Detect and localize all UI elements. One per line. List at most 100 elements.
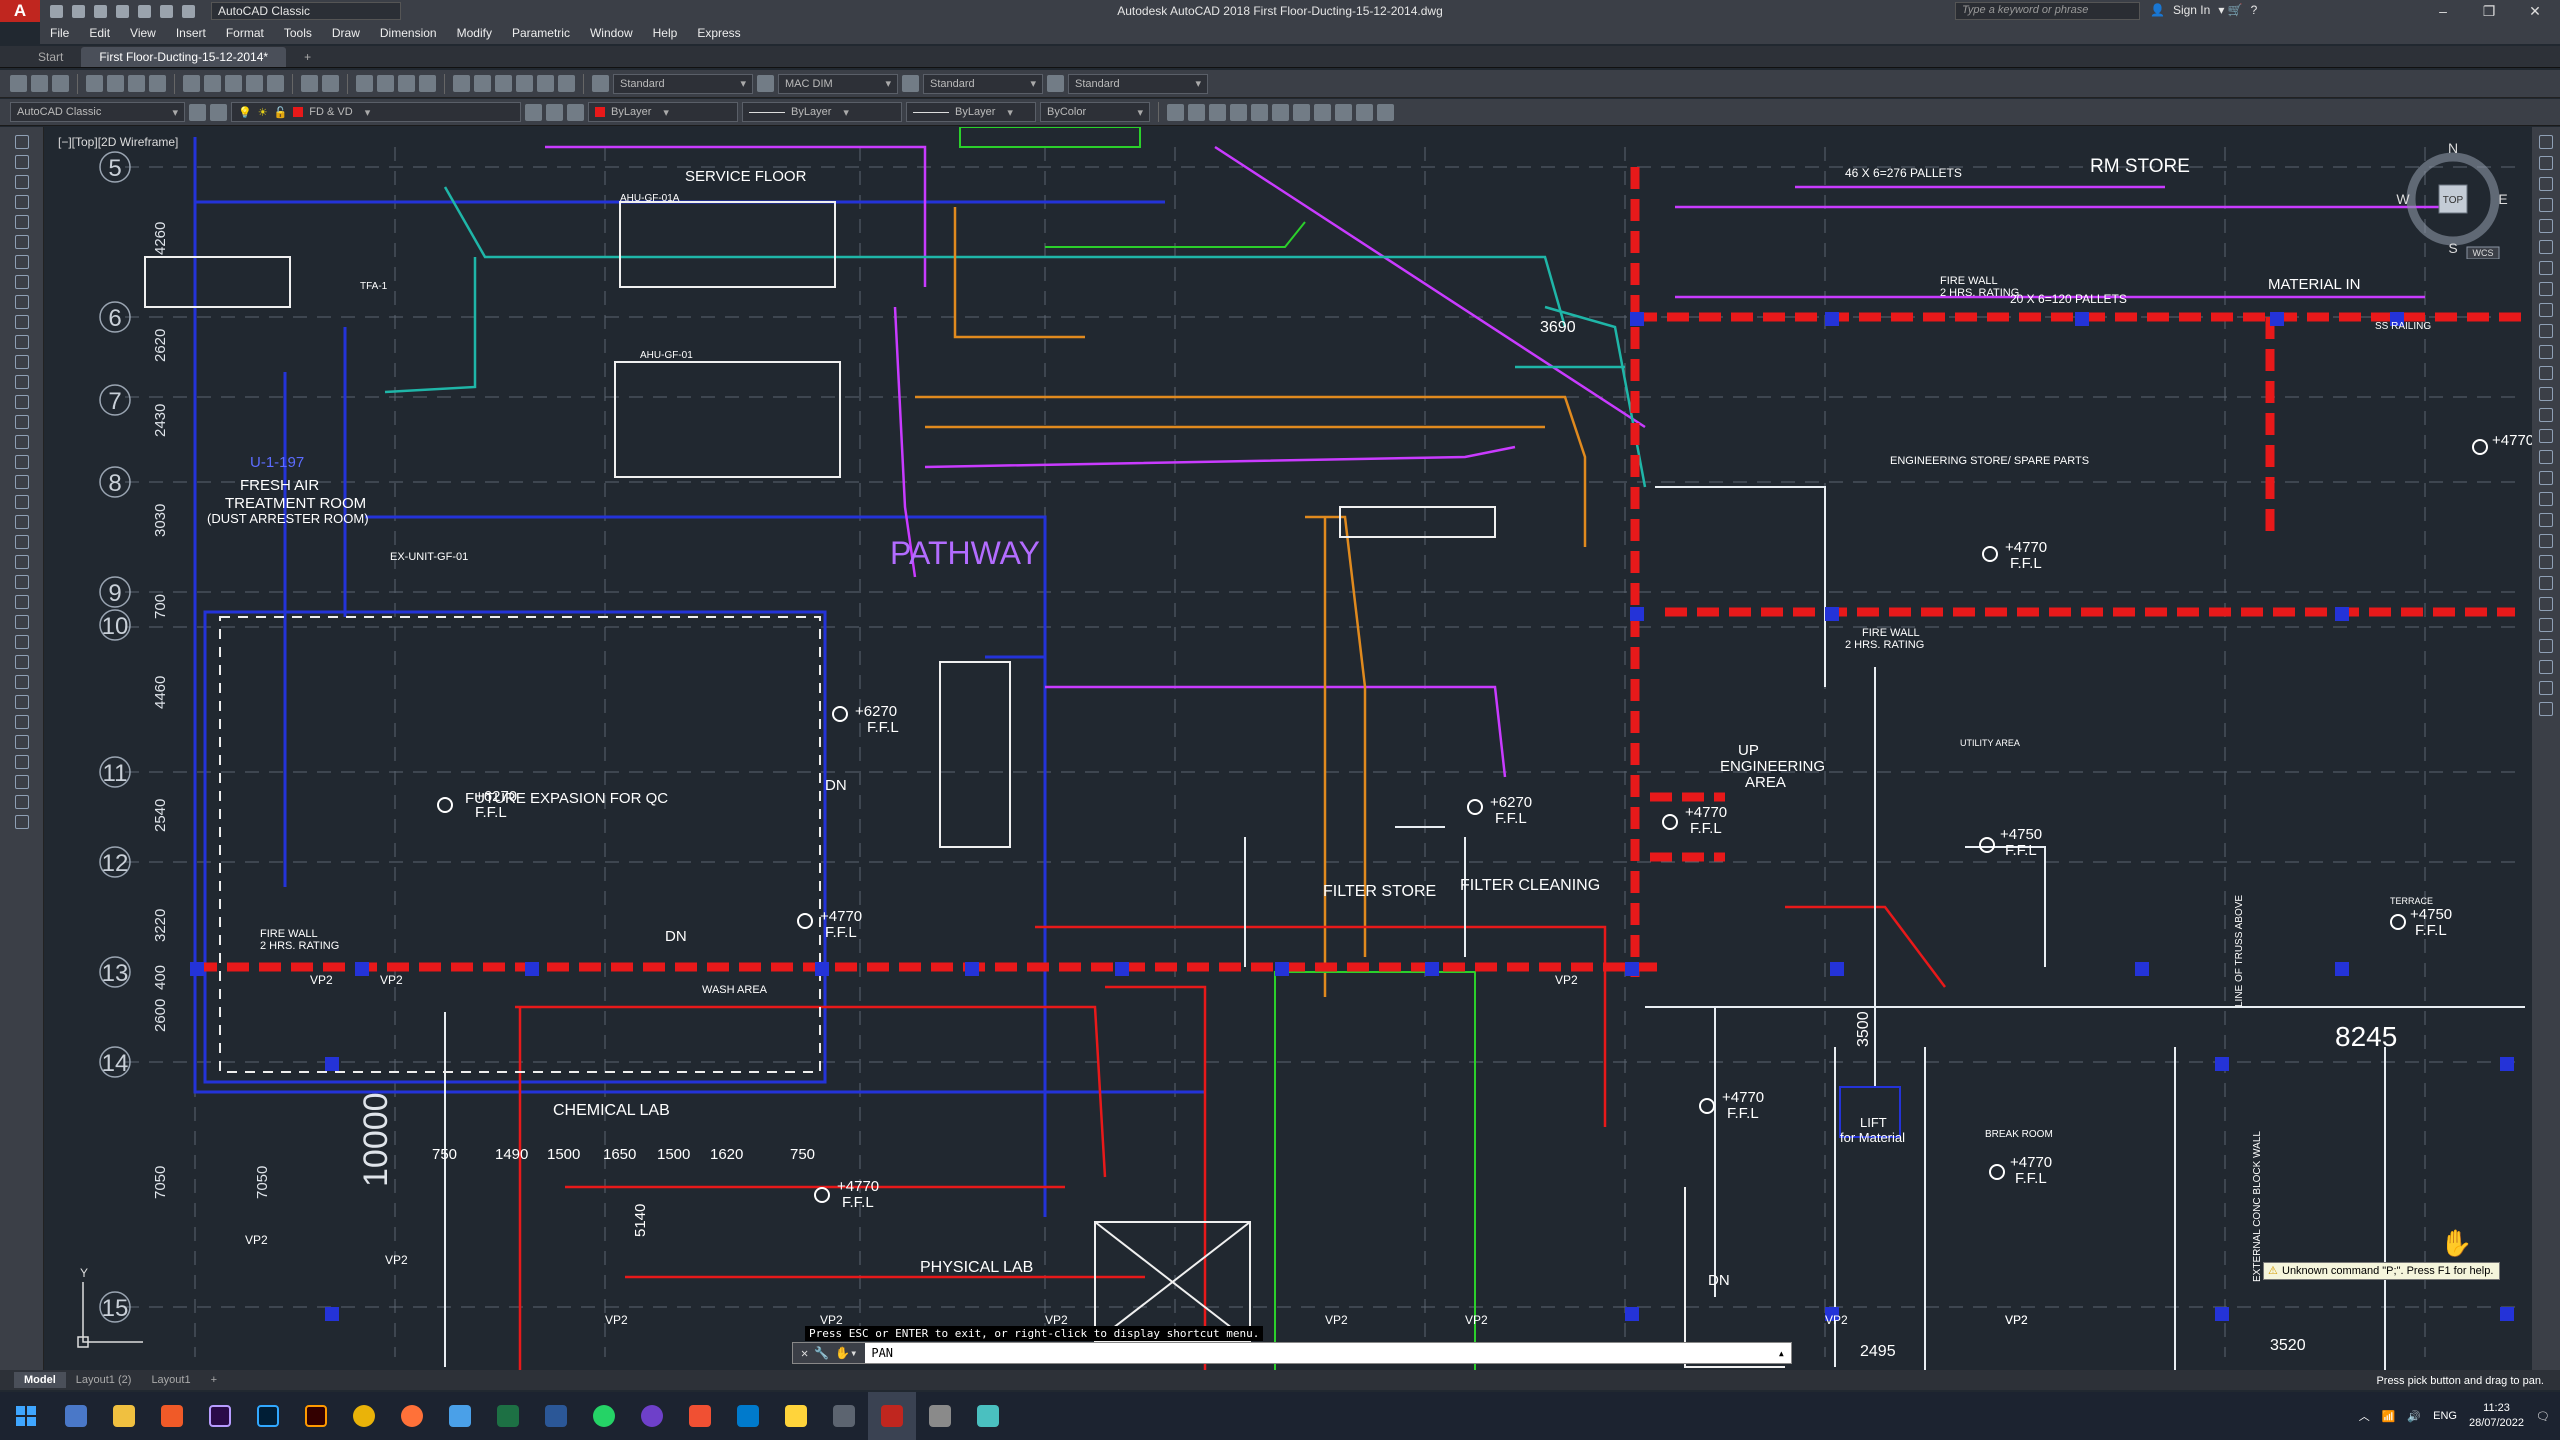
dim-baseline-icon[interactable] — [2539, 681, 2553, 695]
dim-continue-icon[interactable] — [2539, 702, 2553, 716]
snap-perpendicular-icon[interactable] — [2539, 345, 2553, 359]
color-dropdown[interactable]: ByLayer — [588, 102, 738, 122]
sheet-set-icon[interactable] — [516, 75, 533, 92]
osnap-settings-icon[interactable] — [2539, 471, 2553, 485]
snap-extension-icon[interactable] — [2539, 261, 2553, 275]
taskbar-chrome-icon[interactable] — [340, 1392, 388, 1440]
rotate-icon[interactable] — [14, 635, 29, 649]
mtext-icon[interactable] — [14, 495, 29, 509]
tab-start[interactable]: Start — [20, 47, 81, 67]
make-block-icon[interactable] — [14, 375, 29, 389]
search-input[interactable]: Type a keyword or phrase — [1955, 2, 2140, 20]
dim-arc-icon[interactable] — [2539, 534, 2553, 548]
ellipse-icon[interactable] — [14, 315, 29, 329]
dim-radius-icon[interactable] — [1251, 103, 1268, 121]
copy-icon[interactable] — [14, 535, 29, 549]
copy-icon[interactable] — [204, 75, 221, 92]
dim-diameter-icon[interactable] — [1272, 103, 1289, 121]
spline-icon[interactable] — [14, 295, 29, 309]
dim-arc-icon[interactable] — [1209, 103, 1226, 121]
menu-tools[interactable]: Tools — [274, 26, 322, 40]
taskbar-vscode-icon[interactable] — [724, 1392, 772, 1440]
snap-intersection-icon[interactable] — [2539, 219, 2553, 233]
join-icon[interactable] — [14, 755, 29, 769]
fillet-icon[interactable] — [14, 795, 29, 809]
workspace-dropdown-2[interactable]: AutoCAD Classic — [10, 102, 185, 122]
snap-none-icon[interactable] — [2539, 450, 2553, 464]
menu-draw[interactable]: Draw — [322, 26, 370, 40]
plotstyle-dropdown[interactable]: ByColor — [1040, 102, 1150, 122]
workspace-dropdown[interactable]: AutoCAD Classic — [211, 2, 401, 20]
dim-baseline-icon[interactable] — [1335, 103, 1352, 121]
add-layout-button[interactable]: + — [201, 1372, 227, 1388]
dim-continue-icon[interactable] — [1356, 103, 1373, 121]
quick-dim-icon[interactable] — [1314, 103, 1331, 121]
undo-icon[interactable] — [160, 4, 173, 18]
3d-print-icon[interactable] — [149, 75, 166, 92]
publish-icon[interactable] — [128, 75, 145, 92]
snap-endpoint-icon[interactable] — [2539, 177, 2553, 191]
lineweight-dropdown[interactable]: ByLayer — [906, 102, 1036, 122]
dim-ordinate-icon[interactable] — [2539, 555, 2553, 569]
make-current-icon[interactable] — [525, 103, 542, 121]
start-button[interactable] — [0, 1392, 52, 1440]
dim-diameter-icon[interactable] — [2539, 618, 2553, 632]
taskbar-word-icon[interactable] — [532, 1392, 580, 1440]
open-icon[interactable] — [31, 75, 48, 92]
cut-icon[interactable] — [183, 75, 200, 92]
zoom-realtime-icon[interactable] — [377, 75, 394, 92]
layer-previous-icon[interactable] — [546, 103, 563, 121]
autocad-logo-icon[interactable]: A — [0, 0, 40, 22]
snap-tangent-icon[interactable] — [2539, 324, 2553, 338]
polyline-icon[interactable] — [14, 175, 29, 189]
dim-ordinate-icon[interactable] — [1230, 103, 1247, 121]
revcloud-icon[interactable] — [14, 275, 29, 289]
taskbar-premiere-icon[interactable] — [196, 1392, 244, 1440]
text-style-dropdown[interactable]: Standard — [613, 73, 753, 94]
zoom-window-icon[interactable] — [398, 75, 415, 92]
taskbar-excel-icon[interactable] — [484, 1392, 532, 1440]
wrench-icon[interactable]: 🔧 — [814, 1346, 829, 1360]
offset-icon[interactable] — [14, 575, 29, 589]
taskbar-explorer-icon[interactable] — [100, 1392, 148, 1440]
dim-aligned-icon[interactable] — [1188, 103, 1205, 121]
tab-drawing[interactable]: First Floor-Ducting-15-12-2014* — [81, 47, 287, 67]
clock[interactable]: 11:23 28/07/2022 — [2469, 1401, 2524, 1431]
taskbar-github-icon[interactable] — [628, 1392, 676, 1440]
table-icon[interactable] — [14, 475, 29, 489]
quick-dim-icon[interactable] — [2539, 660, 2553, 674]
block-editor-icon[interactable] — [267, 75, 284, 92]
menu-modify[interactable]: Modify — [447, 26, 502, 40]
redo-icon[interactable] — [182, 4, 195, 18]
command-input[interactable] — [865, 1346, 1772, 1360]
explode-icon[interactable] — [14, 815, 29, 829]
close-icon[interactable]: ✕ — [801, 1346, 808, 1360]
array-icon[interactable] — [14, 595, 29, 609]
signin-label[interactable]: Sign In — [2173, 3, 2210, 17]
rectangle-icon[interactable] — [14, 215, 29, 229]
move-icon[interactable] — [14, 615, 29, 629]
taskbar-calculator-icon[interactable] — [916, 1392, 964, 1440]
dim-radius-icon[interactable] — [2539, 576, 2553, 590]
taskbar-terminal-icon[interactable] — [820, 1392, 868, 1440]
menu-edit[interactable]: Edit — [79, 26, 120, 40]
dim-linear-icon[interactable] — [2539, 492, 2553, 506]
open-icon[interactable] — [72, 4, 85, 18]
trim-icon[interactable] — [14, 695, 29, 709]
command-line[interactable]: ✕ 🔧 ✋▾ ▴ — [792, 1342, 1792, 1364]
floor-plan-drawing[interactable]: 5 6 7 8 9 10 11 12 13 14 15 4260 2620 24… — [45, 127, 2532, 1370]
tab-model[interactable]: Model — [14, 1372, 66, 1388]
preview-icon[interactable] — [107, 75, 124, 92]
taskbar-illustrator-icon[interactable] — [292, 1392, 340, 1440]
dim-style-dropdown[interactable]: MAC DIM — [778, 73, 898, 94]
close-icon[interactable]: ✕ — [2512, 0, 2558, 22]
tool-palettes-icon[interactable] — [495, 75, 512, 92]
zoom-previous-icon[interactable] — [419, 75, 436, 92]
print-icon[interactable] — [138, 4, 151, 18]
restore-icon[interactable]: ❐ — [2466, 0, 2512, 22]
point-icon[interactable] — [14, 395, 29, 409]
cart-icon[interactable]: ▾ 🛒 — [2218, 3, 2242, 17]
layer-dropdown[interactable]: 💡 ☀ 🔓 FD & VD — [231, 102, 521, 122]
snap-quadrant-icon[interactable] — [2539, 303, 2553, 317]
menu-insert[interactable]: Insert — [166, 26, 216, 40]
